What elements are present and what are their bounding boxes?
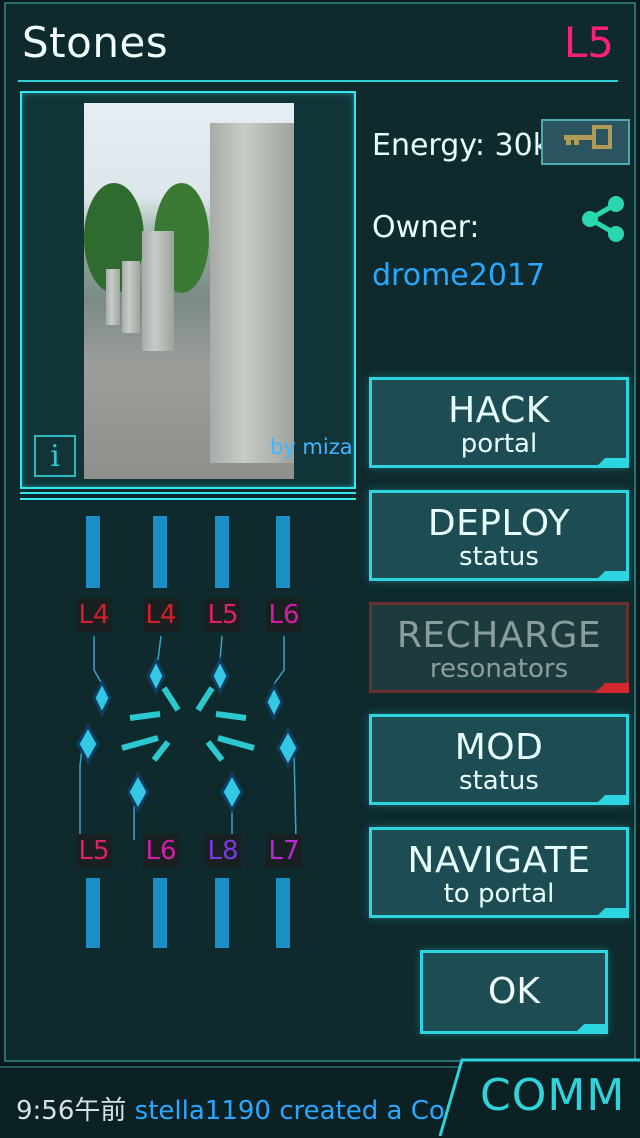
resonator-energy-bar	[215, 878, 229, 948]
resonator-icon	[276, 726, 300, 770]
hack-button[interactable]: HACK portal	[369, 377, 629, 468]
photo-underline	[20, 492, 356, 500]
button-corner	[595, 571, 629, 581]
portal-core-icon	[121, 686, 255, 762]
deploy-button-sublabel: status	[459, 542, 539, 572]
photo-pillar	[142, 231, 174, 351]
recharge-button-label: RECHARGE	[396, 615, 602, 656]
button-corner	[595, 458, 629, 468]
portal-photo-frame[interactable]: i by miza	[20, 91, 356, 489]
recharge-button[interactable]: RECHARGE resonators	[369, 602, 629, 693]
navigate-button-sublabel: to portal	[443, 879, 555, 909]
resonator-energy-bar	[153, 516, 167, 588]
resonator-energy-bar	[86, 516, 100, 588]
photo-pillar	[106, 269, 120, 325]
resonator-icon	[126, 770, 150, 814]
info-button[interactable]: i	[34, 435, 76, 477]
resonator-icon	[146, 656, 166, 696]
resonator-energy-bar	[86, 878, 100, 948]
comm-time: 9:56午前	[16, 1096, 127, 1126]
resonator-energy-bar	[153, 878, 167, 948]
resonator-level-label: L5	[205, 598, 241, 632]
resonator-icon	[264, 682, 284, 722]
resonator-level-label: L4	[76, 598, 112, 632]
resonator-level-label: L5	[76, 834, 112, 868]
resonator-icon	[220, 770, 244, 814]
owner-label: Owner:	[372, 210, 480, 245]
ok-button[interactable]: OK	[420, 950, 608, 1034]
navigate-button[interactable]: NAVIGATE to portal	[369, 827, 629, 918]
resonator-level-label: L4	[143, 598, 179, 632]
comm-message-text: stella1190 created a Contro	[134, 1096, 486, 1126]
resonator-diagram: L4 L4 L5 L6 L5 L6 L8 L7	[60, 510, 340, 960]
resonator-icon	[210, 656, 230, 696]
resonator-energy-bar	[276, 516, 290, 588]
photo-pillar	[210, 123, 294, 463]
owner-name-link[interactable]: drome2017	[372, 258, 545, 293]
resonator-level-label: L7	[266, 834, 302, 868]
resonator-level-label: L6	[143, 834, 179, 868]
deploy-button-label: DEPLOY	[427, 503, 571, 544]
mod-button-sublabel: status	[459, 766, 539, 796]
portal-photo[interactable]	[84, 103, 294, 479]
button-corner	[595, 795, 629, 805]
deploy-button[interactable]: DEPLOY status	[369, 490, 629, 581]
photo-pillar	[122, 261, 140, 333]
photo-credit[interactable]: by miza	[270, 435, 353, 459]
button-corner	[595, 683, 629, 693]
resonator-icon	[92, 678, 112, 718]
key-button[interactable]	[541, 119, 630, 165]
mod-button[interactable]: MOD status	[369, 714, 629, 805]
resonator-energy-bar	[276, 878, 290, 948]
title-divider	[18, 80, 618, 82]
hack-button-sublabel: portal	[460, 429, 538, 459]
portal-title: Stones	[22, 18, 169, 67]
resonator-level-label: L8	[205, 834, 241, 868]
portal-level: L5	[563, 18, 614, 67]
energy-label: Energy:	[372, 128, 485, 163]
button-corner	[595, 908, 629, 918]
ok-button-label: OK	[488, 971, 540, 1012]
mod-button-label: MOD	[454, 727, 544, 768]
key-icon	[563, 125, 612, 149]
resonator-level-label: L6	[266, 598, 302, 632]
comm-message[interactable]: 9:56午前 stella1190 created a Contro	[16, 1090, 486, 1127]
share-icon[interactable]	[578, 194, 628, 244]
resonator-energy-bar	[215, 516, 229, 588]
button-corner	[574, 1024, 608, 1034]
energy-readout: Energy: 30k	[372, 128, 550, 163]
hack-button-label: HACK	[448, 390, 550, 431]
navigate-button-label: NAVIGATE	[407, 840, 591, 881]
resonator-links	[76, 635, 300, 840]
recharge-button-sublabel: resonators	[429, 654, 569, 684]
comm-button[interactable]: COMM	[480, 1070, 625, 1121]
